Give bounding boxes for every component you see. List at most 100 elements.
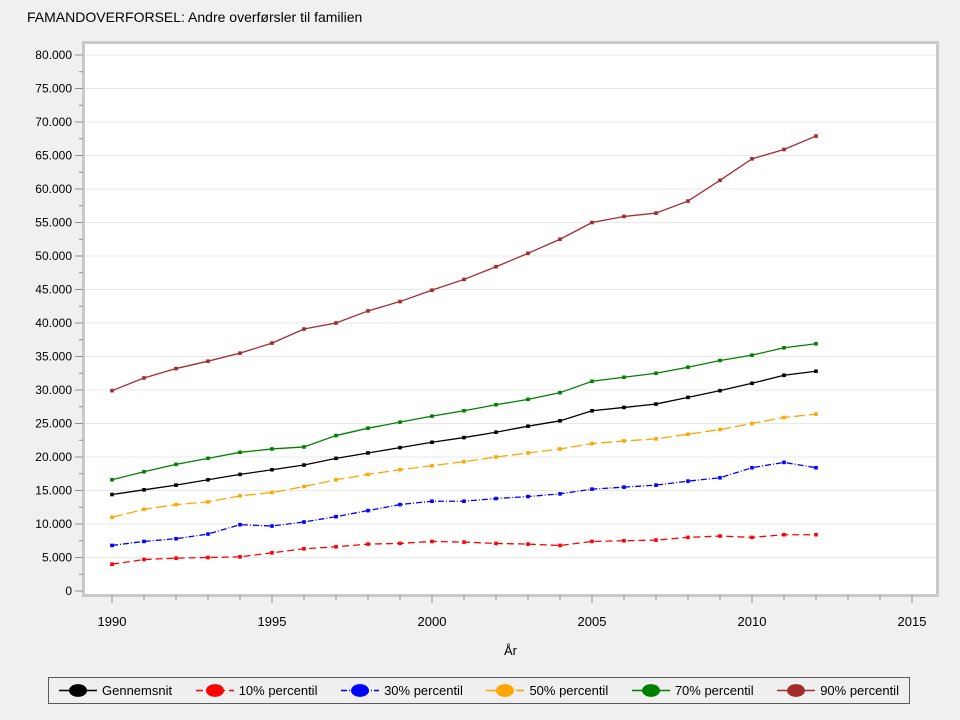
- data-point: [750, 353, 754, 357]
- data-point: [206, 500, 210, 504]
- data-point: [558, 391, 562, 395]
- data-point: [622, 375, 626, 379]
- data-point: [622, 406, 626, 410]
- y-tick-label: 75.000: [35, 82, 72, 96]
- x-tick-label: 2005: [578, 614, 607, 629]
- data-point: [206, 359, 210, 363]
- data-point: [494, 542, 498, 546]
- x-tick-label: 1995: [258, 614, 287, 629]
- data-point: [750, 422, 754, 426]
- data-point: [718, 389, 722, 393]
- data-point: [494, 497, 498, 501]
- data-point: [526, 495, 530, 499]
- data-point: [654, 483, 658, 487]
- data-point: [110, 544, 114, 548]
- data-point: [750, 466, 754, 470]
- data-point: [142, 540, 146, 544]
- data-point: [622, 485, 626, 489]
- data-point: [142, 470, 146, 474]
- data-point: [334, 545, 338, 549]
- data-point: [270, 341, 274, 345]
- data-point: [174, 503, 178, 507]
- data-point: [398, 542, 402, 546]
- data-point: [750, 382, 754, 386]
- data-point: [494, 403, 498, 407]
- data-point: [302, 547, 306, 551]
- data-point: [270, 491, 274, 495]
- legend-label: 90% percentil: [820, 683, 899, 698]
- legend-item-30-percentil: 30% percentil: [341, 683, 463, 698]
- data-point: [814, 342, 818, 346]
- data-point: [398, 503, 402, 507]
- data-point: [334, 321, 338, 325]
- data-point: [718, 178, 722, 182]
- data-point: [366, 509, 370, 513]
- legend-label: 50% percentil: [529, 683, 608, 698]
- data-point: [302, 327, 306, 331]
- data-point: [622, 215, 626, 219]
- data-point: [494, 430, 498, 434]
- data-point: [462, 460, 466, 464]
- legend-label: 30% percentil: [384, 683, 463, 698]
- data-point: [398, 468, 402, 472]
- data-point: [270, 551, 274, 555]
- y-axis: 05.00010.00015.00020.00025.00030.00035.0…: [35, 48, 83, 598]
- data-point: [366, 451, 370, 455]
- data-point: [590, 540, 594, 544]
- data-point: [174, 483, 178, 487]
- data-point: [174, 556, 178, 560]
- data-point: [238, 473, 242, 477]
- data-point: [686, 479, 690, 483]
- data-point: [750, 157, 754, 161]
- legend-marker-icon: [59, 683, 97, 698]
- data-point: [462, 540, 466, 544]
- data-point: [814, 369, 818, 373]
- data-point: [558, 544, 562, 548]
- y-tick-label: 0: [65, 584, 72, 598]
- data-point: [430, 464, 434, 468]
- data-point: [622, 439, 626, 443]
- chart-window: FAMANDOVERFORSEL: Andre overførsler til …: [0, 0, 960, 720]
- y-tick-label: 40.000: [35, 316, 72, 330]
- data-point: [494, 455, 498, 459]
- data-point: [430, 440, 434, 444]
- x-tick-label: 2015: [898, 614, 927, 629]
- legend-item-50-percentil: 50% percentil: [486, 683, 608, 698]
- data-point: [526, 424, 530, 428]
- data-point: [430, 288, 434, 292]
- data-point: [558, 447, 562, 451]
- data-point: [782, 148, 786, 152]
- data-point: [366, 309, 370, 313]
- data-point: [270, 447, 274, 451]
- data-point: [590, 221, 594, 225]
- data-point: [782, 533, 786, 537]
- data-point: [814, 466, 818, 470]
- data-point: [462, 409, 466, 413]
- chart-plot-area: 05.00010.00015.00020.00025.00030.00035.0…: [0, 0, 960, 668]
- data-point: [590, 487, 594, 491]
- data-point: [110, 389, 114, 393]
- data-point: [462, 436, 466, 440]
- data-point: [238, 451, 242, 455]
- data-point: [302, 445, 306, 449]
- data-point: [366, 542, 370, 546]
- y-tick-label: 70.000: [35, 115, 72, 129]
- plot-background: [85, 44, 936, 594]
- data-point: [238, 351, 242, 355]
- data-point: [430, 414, 434, 418]
- legend-marker-icon: [486, 683, 524, 698]
- data-point: [654, 211, 658, 215]
- data-point: [270, 524, 274, 528]
- data-point: [430, 540, 434, 544]
- data-point: [590, 409, 594, 413]
- y-tick-label: 25.000: [35, 417, 72, 431]
- data-point: [110, 493, 114, 497]
- data-point: [110, 478, 114, 482]
- data-point: [686, 396, 690, 400]
- data-point: [814, 533, 818, 537]
- data-point: [174, 463, 178, 467]
- legend-item-90-percentil: 90% percentil: [777, 683, 899, 698]
- data-point: [782, 373, 786, 377]
- data-point: [398, 446, 402, 450]
- data-point: [238, 494, 242, 498]
